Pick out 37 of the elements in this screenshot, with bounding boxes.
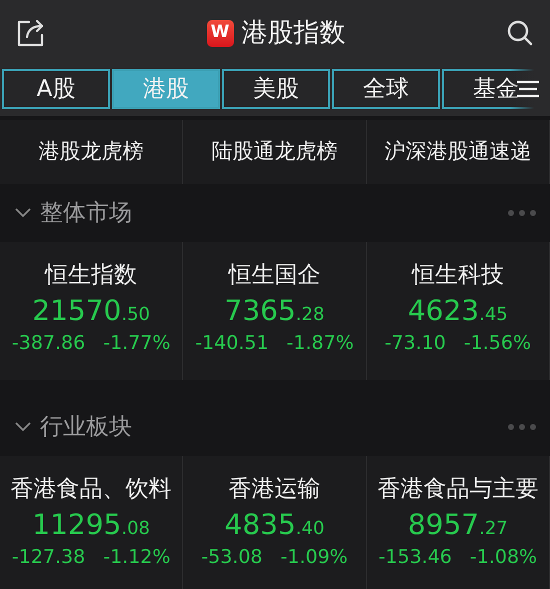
market-tab[interactable]: 全球	[332, 69, 440, 109]
index-name: 恒生科技	[412, 261, 504, 290]
index-value: 4623.45	[408, 292, 508, 328]
market-tab[interactable]: A股	[2, 69, 110, 109]
change-percent: -1.09%	[280, 544, 348, 570]
index-value: 11295.08	[32, 506, 150, 542]
index-name: 香港食品、饮料	[10, 475, 172, 504]
search-icon[interactable]	[506, 19, 534, 47]
section-title: 行业板块	[40, 412, 132, 442]
change-value: -73.10	[384, 330, 446, 356]
index-name: 香港食品与主要	[377, 475, 538, 504]
change-value: -127.38	[12, 544, 86, 570]
change-percent: -1.56%	[464, 330, 532, 356]
change-value: -387.86	[12, 330, 86, 356]
index-value: 21570.50	[32, 292, 150, 328]
change-value: -140.51	[195, 330, 269, 356]
index-value: 7365.28	[224, 292, 324, 328]
market-tab[interactable]: 美股	[222, 69, 330, 109]
change-percent: -1.08%	[470, 544, 538, 570]
change-percent: -1.87%	[286, 330, 354, 356]
index-value: 8957.27	[408, 506, 508, 542]
menu-icon[interactable]	[516, 79, 540, 99]
ranking-link[interactable]: 港股龙虎榜	[38, 136, 144, 168]
change-value: -53.08	[201, 544, 262, 570]
page-title: 港股指数	[242, 16, 346, 50]
change-percent: -1.77%	[103, 330, 170, 356]
index-name: 香港运输	[228, 475, 320, 504]
app-logo: W	[206, 20, 234, 46]
change-percent: -1.12%	[103, 544, 170, 570]
ranking-link[interactable]: 沪深港股通速递	[384, 136, 532, 168]
index-name: 恒生国企	[228, 261, 320, 290]
index-value: 4835.40	[224, 506, 324, 542]
index-name: 恒生指数	[45, 261, 138, 290]
share-icon[interactable]	[16, 18, 46, 48]
section-title: 整体市场	[40, 198, 132, 228]
change-value: -153.46	[378, 544, 452, 570]
ranking-link[interactable]: 陆股通龙虎榜	[211, 136, 338, 168]
